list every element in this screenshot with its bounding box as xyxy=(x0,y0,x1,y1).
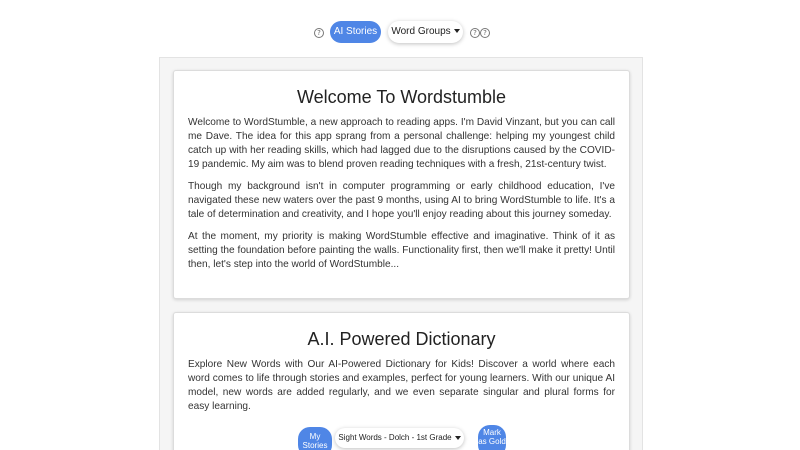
welcome-paragraph-1: Welcome to WordStumble, a new approach t… xyxy=(188,117,615,170)
word-groups-label: Word Groups xyxy=(391,26,451,37)
bottom-toolbar: My Stories Sight Words - Dolch - 1st Gra… xyxy=(0,425,800,450)
welcome-paragraph-3: At the moment, my priority is making Wor… xyxy=(188,231,615,270)
welcome-card: Welcome To Wordstumble Welcome to WordSt… xyxy=(173,70,630,299)
dictionary-paragraph: Explore New Words with Our AI-Powered Di… xyxy=(188,359,615,412)
help-icon[interactable]: ? xyxy=(314,28,324,38)
content-container: Welcome To Wordstumble Welcome to WordSt… xyxy=(159,57,643,450)
welcome-title: Welcome To Wordstumble xyxy=(296,87,507,107)
top-toolbar: ? AI Stories Word Groups ? ? xyxy=(0,20,800,46)
ai-stories-button[interactable]: AI Stories xyxy=(330,21,381,43)
help-icon-2[interactable]: ? xyxy=(480,28,490,38)
help-icon-1[interactable]: ? xyxy=(470,28,480,38)
welcome-paragraph-2: Though my background isn't in computer p… xyxy=(188,181,615,220)
my-stories-button[interactable]: My Stories xyxy=(298,427,332,450)
word-groups-dropdown[interactable]: Word Groups xyxy=(388,21,463,43)
chevron-down-icon xyxy=(453,29,460,34)
mark-as-gold-button[interactable]: Mark as Gold xyxy=(478,425,506,450)
sight-words-dropdown[interactable]: Sight Words - Dolch - 1st Grade xyxy=(335,428,464,448)
chevron-down-icon xyxy=(454,435,461,440)
dictionary-title: A.I. Powered Dictionary xyxy=(307,329,496,349)
sight-words-label: Sight Words - Dolch - 1st Grade xyxy=(338,433,452,442)
